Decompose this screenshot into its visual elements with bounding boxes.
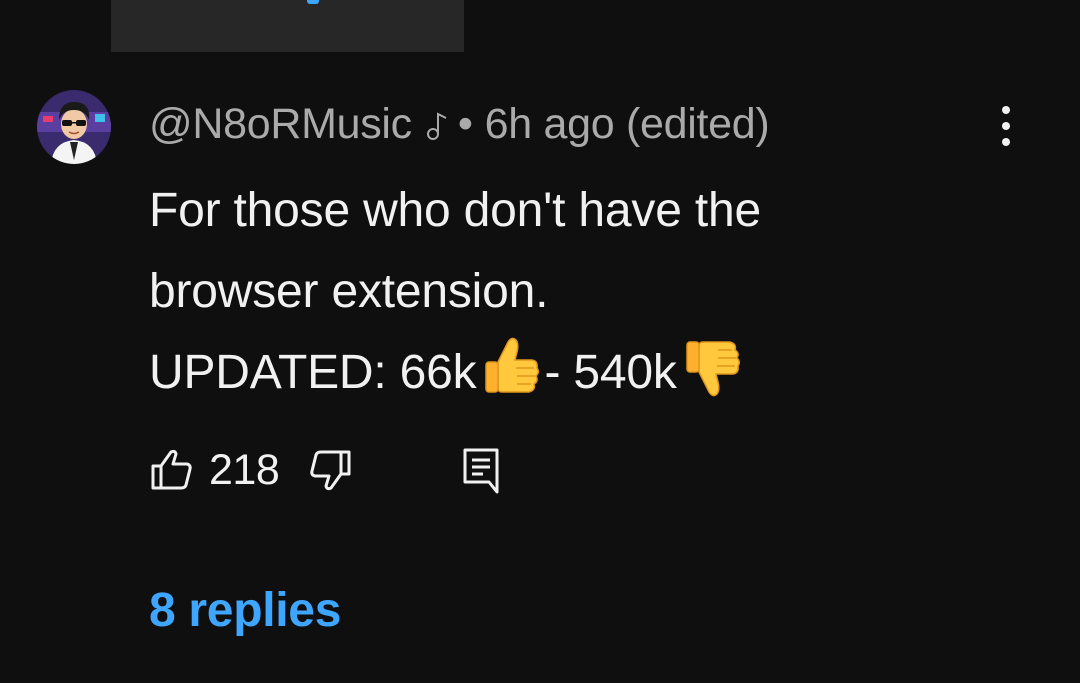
like-button[interactable]: 218 xyxy=(149,445,280,495)
separator-dot: • xyxy=(457,99,473,148)
menu-dot xyxy=(1002,122,1010,130)
menu-dot xyxy=(1002,106,1010,114)
like-count: 218 xyxy=(209,445,280,494)
menu-dot xyxy=(1002,138,1010,146)
thumbs-down-emoji xyxy=(681,336,741,423)
comment-line-middle: - 540k xyxy=(544,346,677,399)
thumbs-up-emoji xyxy=(480,336,540,423)
more-options-button[interactable] xyxy=(986,104,1026,148)
comment-line: browser extension. xyxy=(149,265,549,318)
comment-time[interactable]: 6h ago (edited) xyxy=(485,100,770,149)
previous-element-strip xyxy=(111,0,464,52)
comment-line: For those who don't have the xyxy=(149,184,761,237)
thumbs-down-outline-icon xyxy=(310,450,351,491)
music-note-icon xyxy=(426,102,448,151)
reply-button[interactable] xyxy=(461,446,501,494)
view-replies-link[interactable]: 8 replies xyxy=(149,583,341,638)
thumbs-up-outline-icon xyxy=(151,449,192,490)
comment-text: For those who don't have the browser ext… xyxy=(149,170,969,413)
comment-actions: 218 xyxy=(149,442,501,498)
author-name[interactable]: @N8oRMusic xyxy=(149,100,412,149)
reply-comment-icon xyxy=(463,448,499,494)
dislike-button[interactable] xyxy=(309,448,353,492)
comment-line-prefix: UPDATED: 66k xyxy=(149,346,477,399)
avatar[interactable] xyxy=(37,90,111,164)
comment-header: @N8oRMusic • 6h ago (edited) xyxy=(149,98,770,151)
comment-line-updated: UPDATED: 66k - 540k xyxy=(149,332,969,413)
avatar-illustration xyxy=(37,90,111,164)
strip-accent xyxy=(307,0,319,4)
